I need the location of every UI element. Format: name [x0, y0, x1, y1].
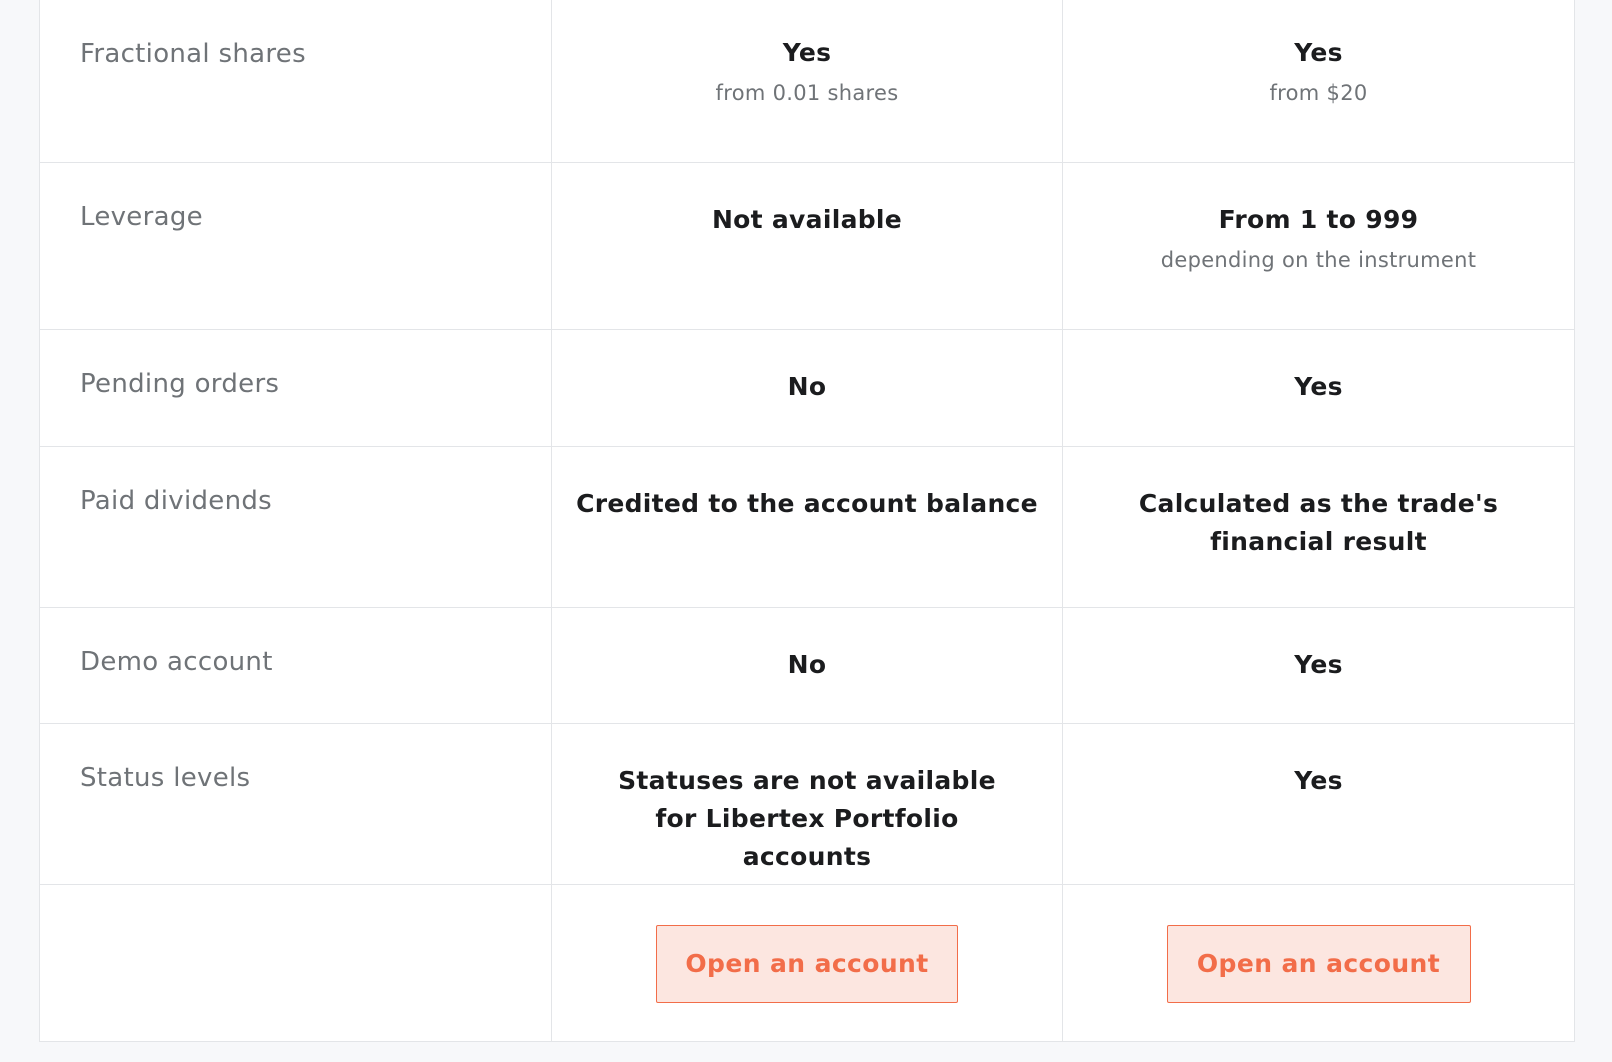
value-main: From 1 to 999 — [1218, 205, 1419, 234]
table-row-status-levels: Status levels Statuses are not available… — [40, 724, 1574, 885]
row-label: Demo account — [40, 608, 552, 723]
portfolio-value-cell: No — [552, 608, 1063, 723]
value-main: Yes — [1294, 650, 1343, 679]
value-main: No — [787, 650, 827, 679]
table-row-fractional-shares: Fractional shares Yes from 0.01 shares Y… — [40, 0, 1574, 163]
row-label: Paid dividends — [40, 447, 552, 607]
table-row-demo-account: Demo account No Yes — [40, 608, 1574, 724]
value-sub: depending on the instrument — [1160, 248, 1477, 272]
value-sub: from $20 — [1269, 81, 1368, 105]
trading-action-cell: Open an account — [1063, 885, 1574, 1041]
value-main: Yes — [782, 38, 832, 67]
portfolio-value-cell: Credited to the account balance — [552, 447, 1063, 607]
portfolio-value-cell: Not available — [552, 163, 1063, 329]
value-main: Statuses are not available for Libertex … — [618, 766, 996, 871]
value-main: Yes — [1294, 766, 1343, 795]
table-row-actions: Open an account Open an account — [40, 885, 1574, 1041]
portfolio-value-cell: Yes from 0.01 shares — [552, 0, 1063, 162]
value-main: Calculated as the trade's financial resu… — [1138, 489, 1499, 556]
row-label: Fractional shares — [40, 0, 552, 162]
row-label: Pending orders — [40, 330, 552, 446]
table-row-pending-orders: Pending orders No Yes — [40, 330, 1574, 447]
portfolio-value-cell: No — [552, 330, 1063, 446]
trading-value-cell: Yes — [1063, 330, 1574, 446]
value-main: No — [787, 372, 827, 401]
trading-value-cell: Calculated as the trade's financial resu… — [1063, 447, 1574, 607]
row-label: Status levels — [40, 724, 552, 884]
comparison-table: Fractional shares Yes from 0.01 shares Y… — [39, 0, 1575, 1042]
value-main: Yes — [1294, 372, 1343, 401]
open-account-button-trading[interactable]: Open an account — [1166, 925, 1471, 1003]
table-row-leverage: Leverage Not available From 1 to 999 dep… — [40, 163, 1574, 330]
open-account-button-portfolio[interactable]: Open an account — [656, 925, 958, 1003]
portfolio-action-cell: Open an account — [552, 885, 1063, 1041]
row-label: Leverage — [40, 163, 552, 329]
empty-label-cell — [40, 885, 552, 1041]
value-main: Yes — [1294, 38, 1343, 67]
trading-value-cell: Yes — [1063, 724, 1574, 884]
trading-value-cell: Yes — [1063, 608, 1574, 723]
portfolio-value-cell: Statuses are not available for Libertex … — [552, 724, 1063, 884]
value-main: Not available — [711, 205, 903, 234]
value-sub: from 0.01 shares — [715, 81, 899, 105]
value-main: Credited to the account balance — [576, 489, 1038, 518]
trading-value-cell: From 1 to 999 depending on the instrumen… — [1063, 163, 1574, 329]
table-row-paid-dividends: Paid dividends Credited to the account b… — [40, 447, 1574, 608]
trading-value-cell: Yes from $20 — [1063, 0, 1574, 162]
